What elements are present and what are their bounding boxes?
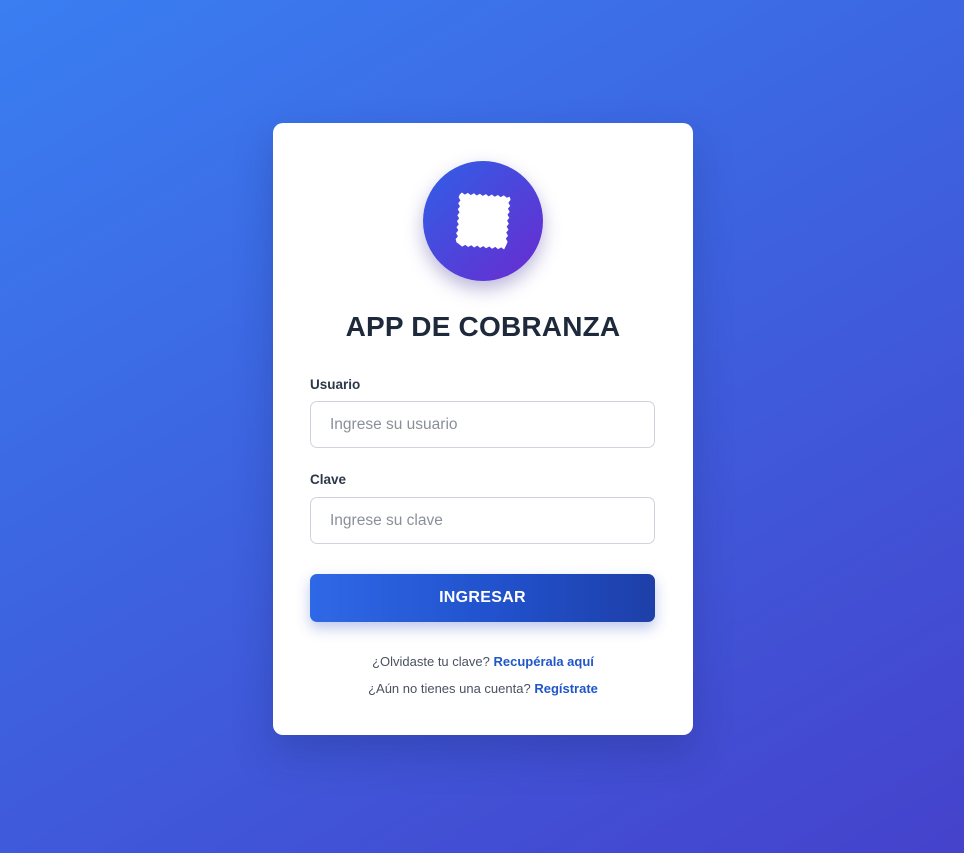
password-input[interactable]: [310, 497, 655, 544]
password-label: Clave: [310, 472, 347, 487]
register-text: ¿Aún no tienes una cuenta?: [368, 681, 531, 696]
register-row: ¿Aún no tienes una cuenta? Regístrate: [273, 681, 693, 696]
username-label: Usuario: [310, 377, 361, 392]
login-card: APP DE COBRANZA Usuario Clave INGRESAR ¿…: [273, 123, 693, 735]
login-button[interactable]: INGRESAR: [310, 574, 655, 622]
forgot-password-row: ¿Olvidaste tu clave? Recupérala aquí: [273, 654, 693, 669]
username-input[interactable]: [310, 401, 655, 448]
forgot-password-text: ¿Olvidaste tu clave?: [372, 654, 490, 669]
app-logo: [423, 161, 543, 281]
app-title: APP DE COBRANZA: [345, 311, 621, 342]
register-link[interactable]: Regístrate: [534, 681, 598, 696]
recover-password-link[interactable]: Recupérala aquí: [493, 654, 593, 669]
receipt-icon: [453, 191, 513, 251]
